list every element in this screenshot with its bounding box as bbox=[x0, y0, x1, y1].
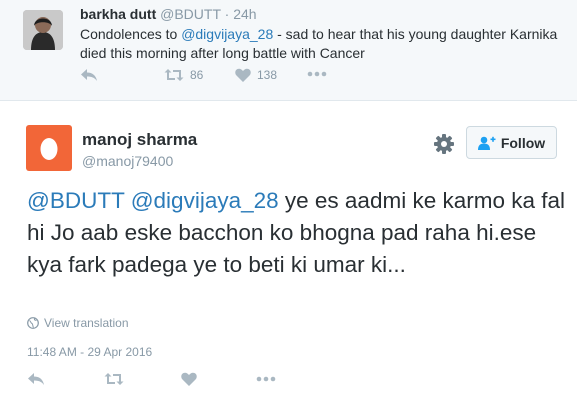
parent-tweet-text: Condolences to @digvijaya_28 - sad to he… bbox=[80, 25, 560, 63]
more-icon bbox=[256, 376, 276, 382]
text-prefix: Condolences to bbox=[80, 26, 182, 42]
view-translation-link[interactable]: View translation bbox=[27, 316, 129, 330]
more-button[interactable] bbox=[307, 71, 327, 77]
avatar-photo bbox=[23, 10, 63, 50]
retweet-button[interactable]: 86 bbox=[164, 68, 203, 82]
like-count: 138 bbox=[257, 68, 278, 82]
gear-icon bbox=[434, 134, 454, 154]
follow-button[interactable]: Follow bbox=[466, 126, 557, 159]
view-translation-label: View translation bbox=[44, 316, 129, 330]
tweet-time[interactable]: 24h bbox=[233, 6, 256, 22]
parent-tweet[interactable]: barkha dutt @BDUTT · 24h Condolences to … bbox=[0, 0, 577, 101]
tweet-timestamp[interactable]: 11:48 AM - 29 Apr 2016 bbox=[27, 345, 152, 359]
main-tweet-text: @BDUTT @digvijaya_28 ye es aadmi ke karm… bbox=[27, 185, 567, 281]
reply-icon bbox=[28, 373, 44, 385]
more-icon bbox=[307, 71, 327, 77]
mention-link[interactable]: @digvijaya_28 bbox=[181, 26, 273, 42]
mention-link[interactable]: @digvijaya_28 bbox=[131, 188, 279, 213]
manoj-sharma-avatar[interactable] bbox=[26, 125, 72, 171]
parent-tweet-header: barkha dutt @BDUTT · 24h bbox=[80, 6, 257, 22]
reply-button[interactable] bbox=[80, 68, 98, 82]
author-name[interactable]: manoj sharma bbox=[82, 130, 197, 150]
mention-link[interactable]: @BDUTT bbox=[27, 188, 124, 213]
author-handle[interactable]: @BDUTT bbox=[160, 6, 221, 22]
heart-icon bbox=[235, 68, 251, 82]
reply-button[interactable] bbox=[27, 372, 45, 386]
retweet-icon bbox=[104, 373, 124, 385]
separator-dot: · bbox=[224, 6, 230, 22]
reply-icon bbox=[81, 69, 97, 81]
like-button[interactable] bbox=[181, 372, 197, 386]
egg-icon bbox=[40, 138, 58, 160]
author-name[interactable]: barkha dutt bbox=[80, 6, 156, 22]
like-button[interactable]: 138 bbox=[235, 68, 277, 82]
settings-button[interactable] bbox=[433, 133, 455, 155]
retweet-count: 86 bbox=[190, 68, 204, 82]
globe-icon bbox=[27, 317, 39, 329]
retweet-button[interactable] bbox=[104, 372, 124, 386]
follow-label: Follow bbox=[500, 134, 546, 151]
retweet-icon bbox=[164, 69, 184, 81]
add-user-icon bbox=[477, 136, 496, 150]
barkha-dutt-avatar[interactable] bbox=[23, 10, 63, 50]
heart-icon bbox=[181, 372, 197, 386]
more-button[interactable] bbox=[256, 376, 276, 382]
author-handle[interactable]: @manoj79400 bbox=[82, 153, 173, 169]
